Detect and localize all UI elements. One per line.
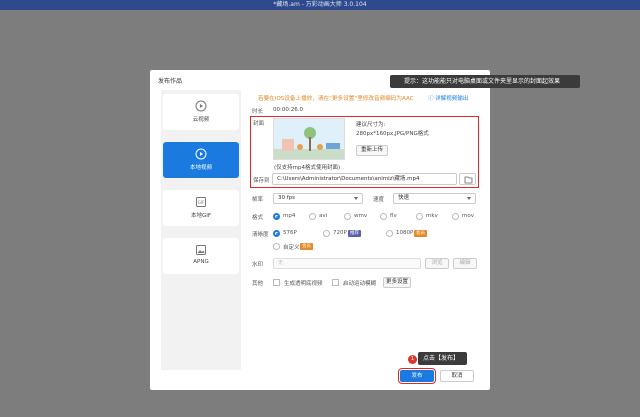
duration-value: 00:00:26.0 bbox=[273, 107, 303, 113]
sidebar-item-apng[interactable]: APNG bbox=[163, 238, 239, 274]
format-option-mov: mov bbox=[462, 213, 474, 219]
format-label: 格式 bbox=[252, 215, 264, 221]
resolution-label: 清晰度 bbox=[252, 232, 269, 238]
transparent-checkbox[interactable] bbox=[273, 279, 280, 286]
cover-tooltip-text: 提示：这功能能只对电脑桌面或文件夹里显示的封面起效果 bbox=[404, 78, 561, 85]
save-to-label: 保存到 bbox=[253, 178, 270, 184]
cover-note: (仅支持mp4格式使用封面) bbox=[274, 165, 341, 171]
svg-text:GIF: GIF bbox=[198, 200, 205, 205]
cover-size-hint: 建议尺寸为: bbox=[356, 122, 386, 128]
sidebar-item-label: 本地视频 bbox=[189, 165, 212, 171]
window-titlebar: *藏场.am - 万彩动画大师 3.0.104 bbox=[0, 0, 640, 10]
chevron-down-icon bbox=[467, 197, 471, 200]
sidebar-item-label: 云视频 bbox=[192, 117, 210, 123]
folder-icon bbox=[464, 176, 473, 184]
format-radio-mp4[interactable] bbox=[273, 213, 280, 220]
fps-label: 帧率 bbox=[252, 197, 264, 203]
ios-audio-tip: 若要在iOS设备上播放，请在“更多设置”里修改音频编码为AAC bbox=[258, 96, 414, 102]
watermark-edit-button[interactable]: 编辑 bbox=[453, 258, 477, 269]
cover-tooltip: 提示：这功能能只对电脑桌面或文件夹里显示的封面起效果 bbox=[390, 75, 580, 88]
other-label: 其他 bbox=[252, 281, 264, 287]
duration-label: 时长 bbox=[252, 109, 264, 115]
chevron-down-icon bbox=[354, 197, 358, 200]
window-title: *藏场.am - 万彩动画大师 3.0.104 bbox=[273, 1, 367, 8]
format-radio-avi[interactable] bbox=[309, 213, 316, 220]
speed-select[interactable]: 快速 bbox=[393, 193, 476, 204]
publish-tooltip: 点击【发布】 bbox=[418, 352, 467, 365]
cover-scene-image bbox=[274, 119, 344, 159]
resolution-radio-576p[interactable] bbox=[273, 230, 280, 237]
motion-blur-label: 启动运动模糊 bbox=[343, 281, 377, 287]
watermark-label: 水印 bbox=[252, 262, 264, 268]
publish-button[interactable]: 发布 bbox=[398, 368, 436, 384]
watermark-browse-button[interactable]: 浏览 bbox=[425, 258, 449, 269]
publish-tooltip-text: 点击【发布】 bbox=[423, 355, 460, 362]
output-help-label: 详解视频输出 bbox=[435, 96, 469, 102]
gif-icon: GIF bbox=[196, 197, 206, 207]
cloud-video-icon bbox=[195, 100, 207, 112]
save-path-field[interactable]: C:\Users\Administrator\Documents\animiz\… bbox=[272, 173, 457, 185]
sidebar-item-cloud-video[interactable]: 云视频 bbox=[163, 94, 239, 130]
cover-thumbnail bbox=[273, 118, 345, 160]
format-radio-mov[interactable] bbox=[452, 213, 459, 220]
fps-select[interactable]: 30 fps bbox=[273, 193, 363, 204]
browse-folder-button[interactable] bbox=[459, 173, 476, 185]
fps-select-value: 30 fps bbox=[278, 195, 296, 201]
vip-badge: 会员 bbox=[414, 230, 427, 237]
step-badge-1: 1 bbox=[408, 355, 417, 364]
recommended-badge: 推荐 bbox=[348, 230, 361, 237]
sidebar-item-local-gif[interactable]: GIF 本地GIF bbox=[163, 190, 239, 226]
format-radio-mkv[interactable] bbox=[416, 213, 423, 220]
format-option-mkv: mkv bbox=[426, 213, 438, 219]
resolution-option-720p: 720P bbox=[333, 230, 347, 236]
apng-icon bbox=[196, 245, 206, 255]
cancel-button[interactable]: 取消 bbox=[440, 370, 474, 382]
sidebar-item-label: 本地GIF bbox=[190, 213, 212, 219]
sidebar-item-local-video[interactable]: 本地视频 bbox=[163, 142, 239, 178]
sidebar-item-label: APNG bbox=[193, 259, 209, 265]
more-settings-button[interactable]: 更多设置 bbox=[383, 277, 411, 288]
resolution-radio-720p[interactable] bbox=[323, 230, 330, 237]
vip-badge: 会员 bbox=[300, 243, 313, 250]
resolution-option-1080p: 1080P bbox=[396, 230, 414, 236]
format-radio-wmv[interactable] bbox=[344, 213, 351, 220]
resolution-option-custom: 自定义 bbox=[283, 245, 300, 251]
publish-type-sidebar: 云视频 本地视频 GIF 本地GIF APNG bbox=[161, 90, 241, 370]
dialog-title: 发布作品 bbox=[158, 78, 183, 85]
cover-format-spec: 280px*160px,JPG/PNG格式 bbox=[356, 131, 429, 137]
transparent-label: 生成透明底视频 bbox=[284, 281, 323, 287]
speed-label: 速度 bbox=[373, 197, 385, 203]
watermark-input[interactable]: 无 bbox=[273, 258, 421, 269]
resolution-radio-1080p[interactable] bbox=[386, 230, 393, 237]
output-help-link[interactable]: ⓘ 详解视频输出 bbox=[428, 94, 468, 102]
format-radio-flv[interactable] bbox=[380, 213, 387, 220]
format-option-mp4: mp4 bbox=[283, 213, 296, 219]
local-video-icon bbox=[195, 148, 207, 160]
format-option-flv: flv bbox=[390, 213, 397, 219]
format-option-wmv: wmv bbox=[354, 213, 368, 219]
motion-blur-checkbox[interactable] bbox=[332, 279, 339, 286]
cover-label: 封面 bbox=[253, 121, 265, 127]
reupload-button[interactable]: 重新上传 bbox=[356, 145, 388, 156]
speed-select-value: 快速 bbox=[398, 195, 410, 201]
resolution-radio-custom[interactable] bbox=[273, 243, 280, 250]
format-option-avi: avi bbox=[319, 213, 328, 219]
resolution-option-576p: 576P bbox=[283, 230, 297, 236]
